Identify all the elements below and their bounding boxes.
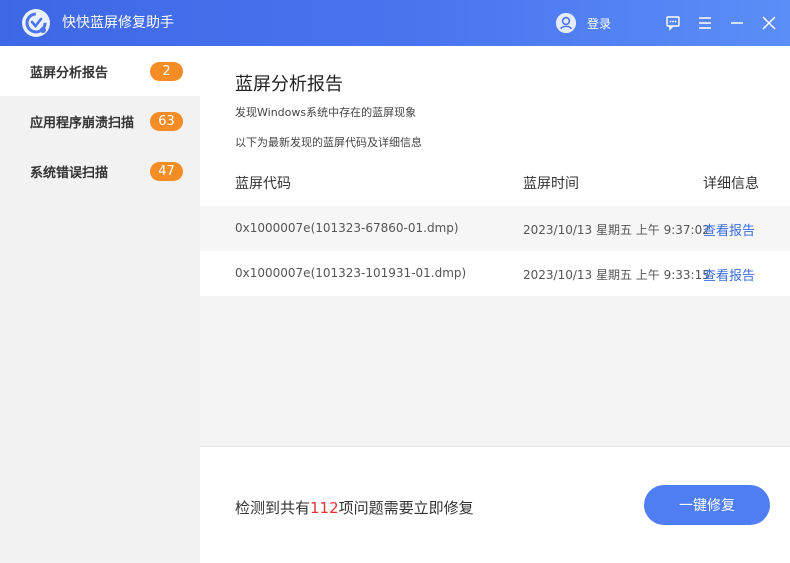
view-report-link[interactable]: 查看报告 [703, 265, 755, 284]
column-header-code: 蓝屏代码 [235, 176, 291, 192]
sidebar: 蓝屏分析报告 2 应用程序崩溃扫描 63 系统错误扫描 47 [0, 46, 200, 562]
count-badge: 2 [150, 62, 183, 81]
view-report-link[interactable]: 查看报告 [703, 220, 755, 239]
column-header-time: 蓝屏时间 [523, 176, 579, 192]
report-header: 蓝屏分析报告 发现Windows系统中存在的蓝屏现象 以下为最新发现的蓝屏代码及… [200, 46, 790, 206]
table-row: 0x1000007e(101323-67860-01.dmp) 2023/10/… [200, 206, 790, 251]
sidebar-item-label: 系统错误扫描 [30, 166, 109, 181]
count-badge: 47 [150, 162, 183, 181]
issue-summary: 检测到共有112项问题需要立即修复 [235, 497, 474, 518]
sidebar-item-label: 蓝屏分析报告 [30, 66, 109, 81]
app-logo-icon [22, 9, 50, 37]
sidebar-item-app-crash-scan[interactable]: 应用程序崩溃扫描 63 [0, 96, 200, 146]
close-icon[interactable] [758, 12, 780, 34]
summary-suffix: 项问题需要立即修复 [338, 499, 474, 517]
description-line-2: 以下为最新发现的蓝屏代码及详细信息 [235, 136, 422, 149]
bsod-table: 0x1000007e(101323-67860-01.dmp) 2023/10/… [200, 206, 790, 296]
sidebar-item-bsod-report[interactable]: 蓝屏分析报告 2 [0, 46, 200, 96]
sidebar-item-system-error-scan[interactable]: 系统错误扫描 47 [0, 146, 200, 196]
feedback-icon[interactable] [662, 12, 684, 34]
menu-icon[interactable] [694, 12, 716, 34]
count-badge: 63 [150, 112, 183, 131]
bsod-time: 2023/10/13 星期五 上午 9:33:15 [523, 268, 710, 282]
bsod-time: 2023/10/13 星期五 上午 9:37:02 [523, 223, 710, 237]
description-line-1: 发现Windows系统中存在的蓝屏现象 [235, 106, 417, 119]
table-row: 0x1000007e(101323-101931-01.dmp) 2023/10… [200, 251, 790, 296]
one-click-fix-button[interactable]: 一键修复 [644, 485, 770, 525]
issue-count: 112 [310, 499, 339, 517]
page-title: 蓝屏分析报告 [235, 74, 343, 95]
title-bar: 快快蓝屏修复助手 登录 [0, 0, 790, 46]
column-header-detail: 详细信息 [703, 176, 759, 192]
minimize-icon[interactable] [726, 12, 748, 34]
footer-bar: 检测到共有112项问题需要立即修复 一键修复 [200, 446, 790, 563]
app-title: 快快蓝屏修复助手 [62, 15, 174, 31]
bsod-code: 0x1000007e(101323-67860-01.dmp) [235, 221, 459, 235]
login-label: 登录 [587, 16, 612, 31]
summary-prefix: 检测到共有 [235, 499, 311, 517]
user-icon [556, 13, 576, 33]
login-button[interactable]: 登录 [556, 13, 611, 33]
app-window: 快快蓝屏修复助手 登录 蓝屏分析报告 2 应用程序崩溃扫描 63 系统错误扫描 … [0, 0, 790, 563]
sidebar-item-label: 应用程序崩溃扫描 [30, 116, 135, 131]
main-panel: 蓝屏分析报告 发现Windows系统中存在的蓝屏现象 以下为最新发现的蓝屏代码及… [200, 46, 790, 563]
bsod-code: 0x1000007e(101323-101931-01.dmp) [235, 266, 467, 280]
